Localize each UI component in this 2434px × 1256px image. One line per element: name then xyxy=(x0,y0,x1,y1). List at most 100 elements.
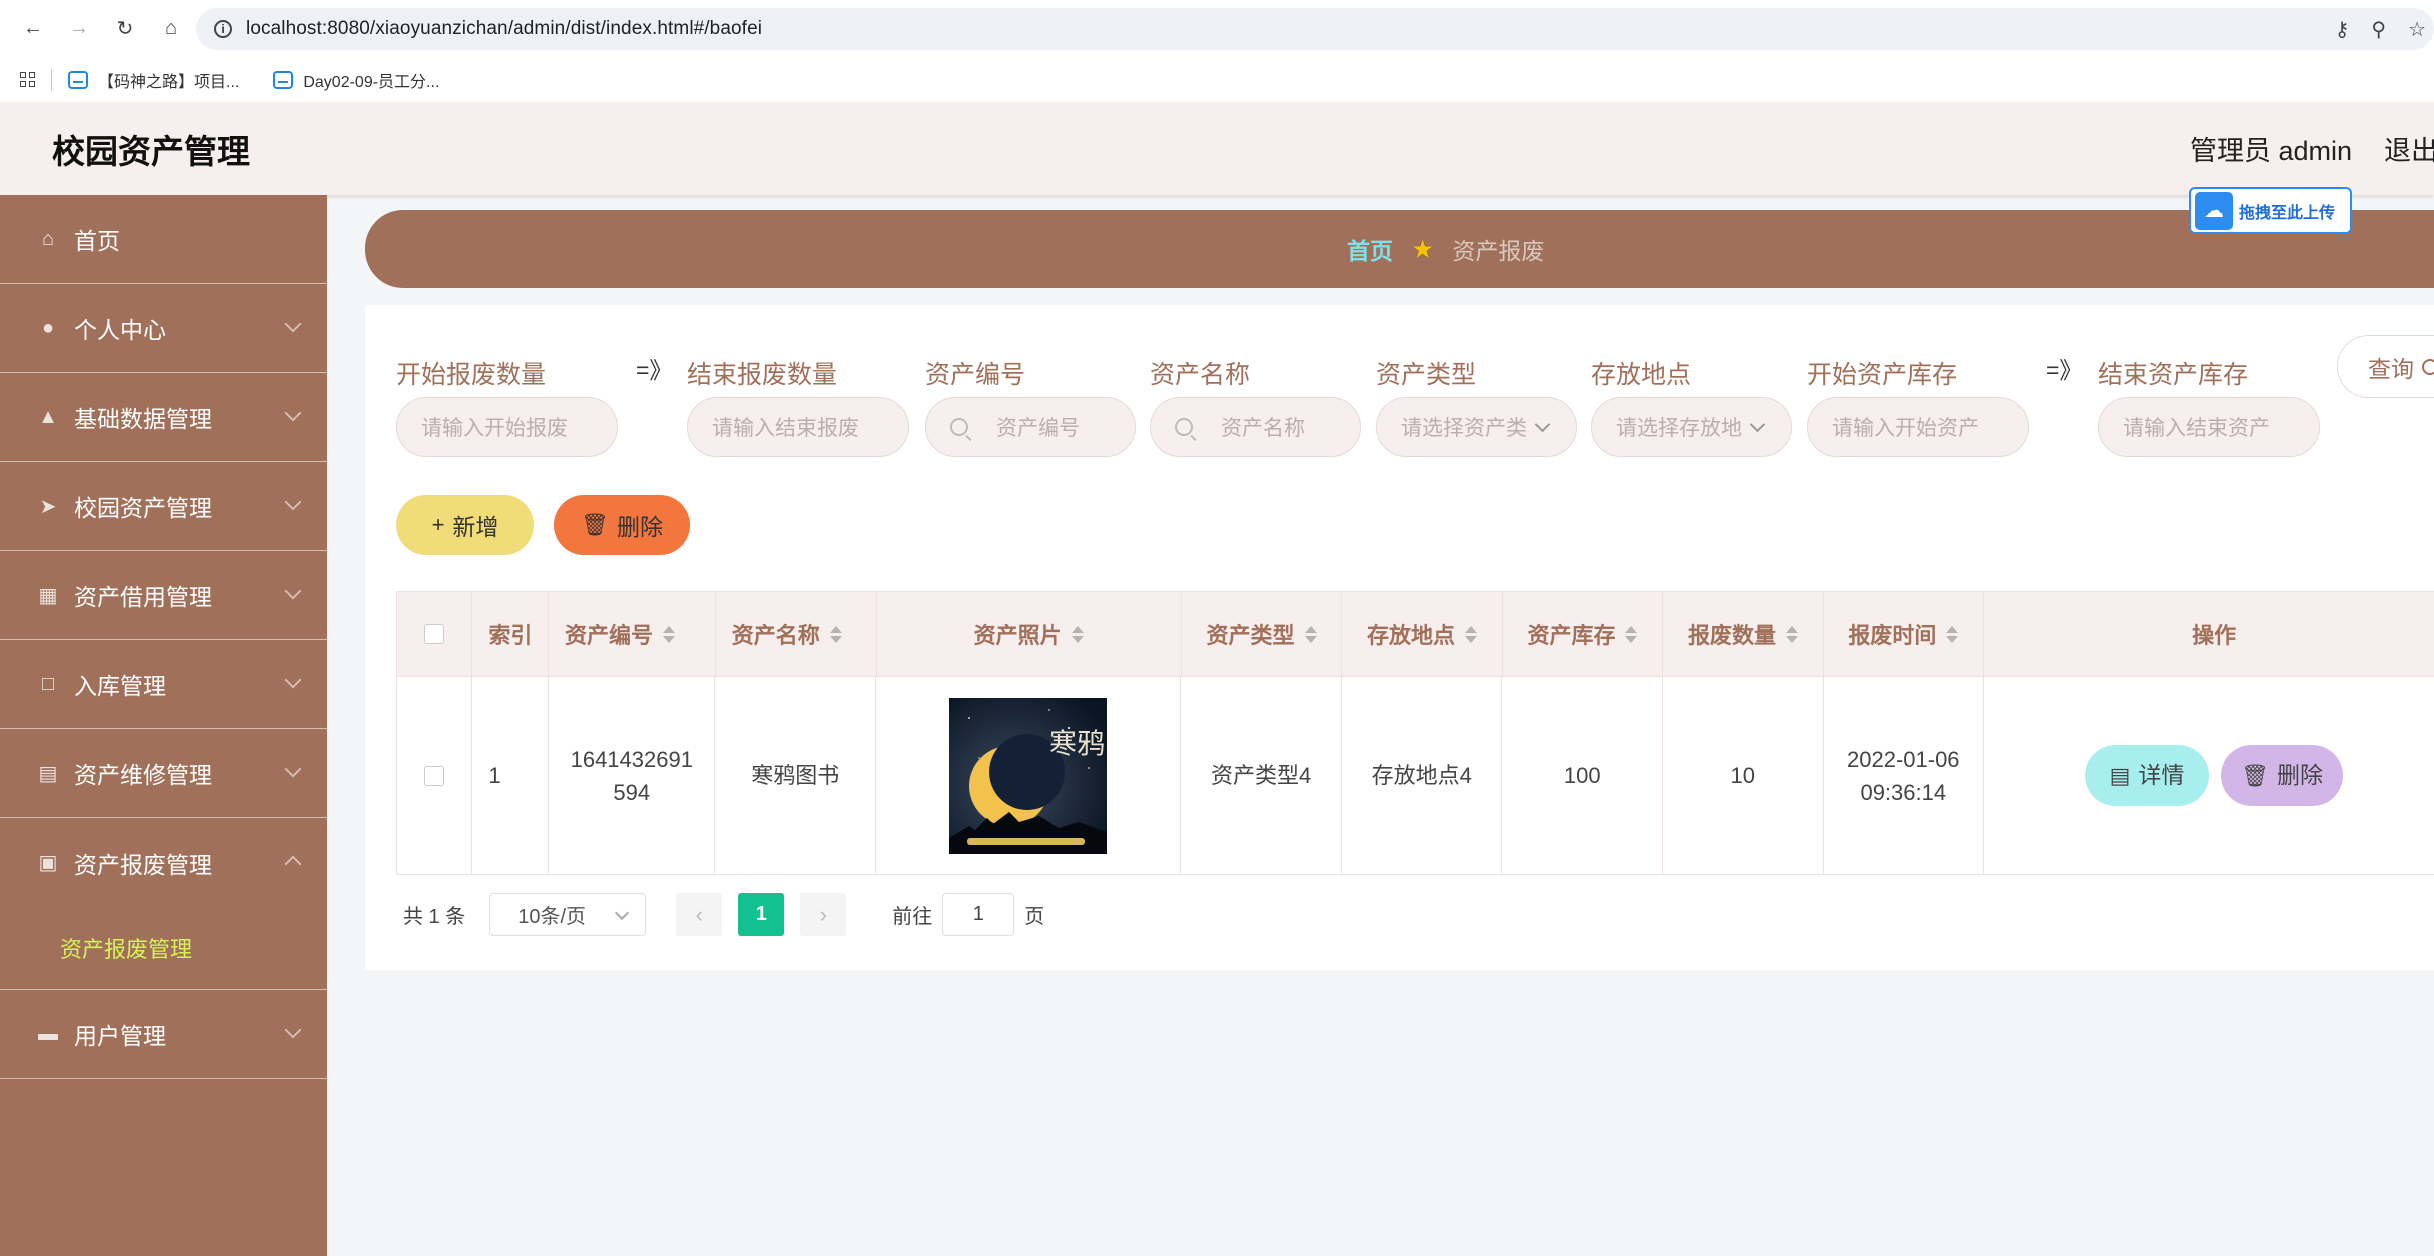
apps-icon[interactable] xyxy=(20,72,35,87)
page-size-select[interactable]: 10条/页 xyxy=(489,893,647,936)
table-header: 索引 资产编号 资产名称 资产照片 资产类型 存放地点 资产库存 报废数量 报废… xyxy=(396,591,2434,677)
input-placeholder: 请选择资产类 xyxy=(1401,417,1527,440)
asset-code-input[interactable]: 资产编号 xyxy=(925,397,1136,457)
sidebar-item-profile[interactable]: ● 个人中心 xyxy=(0,284,327,373)
address-bar[interactable]: i localhost:8080/xiaoyuanzichan/admin/di… xyxy=(196,8,2434,50)
asset-name-input[interactable]: 资产名称 xyxy=(1150,397,1361,457)
chevron-down-icon xyxy=(284,582,302,600)
col-location[interactable]: 存放地点 xyxy=(1342,592,1503,676)
input-placeholder: 请输入结束资产 xyxy=(2123,417,2270,440)
home-icon[interactable]: ⌂ xyxy=(154,12,188,46)
chevron-down-icon xyxy=(284,1021,302,1039)
bookmark-item[interactable]: Day02-09-员工分... xyxy=(273,68,439,92)
end-scrap-qty-input[interactable]: 请输入结束报废 xyxy=(687,397,909,457)
col-asset-photo[interactable]: 资产照片 xyxy=(877,592,1182,676)
sidebar-item-campus-assets[interactable]: ➤ 校园资产管理 xyxy=(0,462,327,551)
trash-icon: 🗑 xyxy=(2241,763,2269,788)
input-placeholder: 请输入开始资产 xyxy=(1832,417,1979,440)
app-title: 校园资产管理 xyxy=(52,132,250,170)
cloud-upload-icon: ☁ xyxy=(2195,191,2233,230)
back-icon[interactable]: ← xyxy=(16,12,50,46)
sort-icon[interactable] xyxy=(829,625,842,643)
sidebar-item-label: 个人中心 xyxy=(74,317,166,343)
col-stock[interactable]: 资产库存 xyxy=(1503,592,1664,676)
breadcrumb-current: 资产报废 xyxy=(1452,238,1545,264)
current-page-button[interactable]: 1 xyxy=(738,893,785,936)
goto-page-input[interactable]: 1 xyxy=(942,893,1015,936)
drag-upload-button[interactable]: ☁ 拖拽至此上传 xyxy=(2189,187,2352,234)
bookmark-item[interactable]: 【码神之路】项目... xyxy=(68,68,239,92)
key-icon[interactable]: ⚷ xyxy=(2335,17,2350,42)
bookmark-label: 【码神之路】项目... xyxy=(98,73,240,91)
sort-icon[interactable] xyxy=(663,625,676,643)
sidebar-item-scrap[interactable]: ▣ 资产报废管理 xyxy=(0,818,327,907)
start-scrap-qty-input[interactable]: 请输入开始报废 xyxy=(396,397,618,457)
add-button[interactable]: + 新增 xyxy=(396,495,534,555)
stamp-icon: ▲ xyxy=(38,405,58,428)
chart-icon: ▤ xyxy=(38,762,58,785)
sort-icon[interactable] xyxy=(1465,625,1478,643)
col-label: 资产编号 xyxy=(565,623,654,648)
sidebar-item-warehousing[interactable]: □ 入库管理 xyxy=(0,640,327,729)
drag-upload-label: 拖拽至此上传 xyxy=(2239,204,2336,222)
cell-location: 存放地点4 xyxy=(1342,677,1503,874)
cover-title-text: 寒鸦 xyxy=(1049,727,1105,760)
row-delete-button[interactable]: 🗑 删除 xyxy=(2221,745,2344,806)
query-button[interactable]: 查询 xyxy=(2337,335,2434,398)
col-scrap-qty[interactable]: 报废数量 xyxy=(1663,592,1824,676)
col-asset-code[interactable]: 资产编号 xyxy=(549,592,716,676)
star-icon[interactable]: ☆ xyxy=(2408,17,2426,42)
sort-icon[interactable] xyxy=(1946,625,1959,643)
asset-photo[interactable]: 寒鸦 xyxy=(949,697,1108,854)
info-icon[interactable]: i xyxy=(214,20,232,38)
start-stock-input[interactable]: 请输入开始资产 xyxy=(1807,397,2029,457)
sort-icon[interactable] xyxy=(1304,625,1317,643)
sort-icon[interactable] xyxy=(1625,625,1638,643)
sidebar-item-home[interactable]: ⌂ 首页 xyxy=(0,195,327,284)
bilibili-icon xyxy=(68,70,88,89)
batch-delete-button[interactable]: 🗑 删除 xyxy=(554,495,690,555)
main-card: 开始报废数量 =》 结束报废数量 资产编号 资产名称 资产类型 存放地点 开始资… xyxy=(365,305,2434,970)
search-icon xyxy=(950,418,968,436)
detail-button[interactable]: ▤ 详情 xyxy=(2085,745,2210,806)
next-page-button[interactable]: › xyxy=(800,893,847,936)
col-index: 索引 xyxy=(472,592,550,676)
sort-icon[interactable] xyxy=(1785,625,1798,643)
select-all-checkbox[interactable] xyxy=(424,624,445,644)
search-label: 资产编号 xyxy=(925,361,1026,389)
row-checkbox[interactable] xyxy=(424,765,445,786)
breadcrumb-home[interactable]: 首页 xyxy=(1347,232,1393,266)
sidebar-subitem-scrap-management[interactable]: 资产报废管理 xyxy=(0,907,327,990)
sidebar-item-label: 用户管理 xyxy=(74,1023,166,1049)
table-row: 1 1641432691 594 寒鸦图书 寒鸦 资产类型4 存放地点4 100… xyxy=(396,677,2434,875)
sort-icon[interactable] xyxy=(1071,625,1084,643)
logout-link[interactable]: 退出 xyxy=(2384,129,2434,168)
col-asset-type[interactable]: 资产类型 xyxy=(1182,592,1343,676)
chevron-down-icon xyxy=(284,315,302,333)
reload-icon[interactable]: ↻ xyxy=(108,12,142,46)
sidebar-item-borrow[interactable]: ▦ 资产借用管理 xyxy=(0,551,327,640)
col-label: 资产类型 xyxy=(1206,623,1295,648)
zoom-icon[interactable]: ⚲ xyxy=(2371,17,2386,42)
prev-page-button[interactable]: ‹ xyxy=(676,893,723,936)
sidebar-item-label: 资产报废管理 xyxy=(74,851,212,878)
sidebar-item-label: 首页 xyxy=(74,228,120,254)
url-text[interactable]: localhost:8080/xiaoyuanzichan/admin/dist… xyxy=(246,18,762,40)
cell-index: 1 xyxy=(472,677,550,874)
sidebar-item-repair[interactable]: ▤ 资产维修管理 xyxy=(0,729,327,818)
col-asset-name[interactable]: 资产名称 xyxy=(716,592,877,676)
briefcase-icon: ▣ xyxy=(38,852,58,874)
sidebar-item-users[interactable]: ▬ 用户管理 xyxy=(0,990,327,1079)
asset-type-select[interactable]: 请选择资产类 xyxy=(1376,397,1577,457)
cell-asset-photo: 寒鸦 xyxy=(876,677,1182,874)
location-select[interactable]: 请选择存放地 xyxy=(1591,397,1792,457)
col-label: 报废时间 xyxy=(1848,623,1937,648)
col-scrap-time[interactable]: 报废时间 xyxy=(1824,592,1985,676)
chevron-down-icon xyxy=(284,671,302,689)
sidebar-item-basic-data[interactable]: ▲ 基础数据管理 xyxy=(0,373,327,462)
add-label: 新增 xyxy=(452,514,499,540)
chevron-down-icon xyxy=(1534,416,1551,432)
sidebar: ⌂ 首页 ● 个人中心 ▲ 基础数据管理 ➤ 校园资产管理 ▦ 资产借用管理 □… xyxy=(0,195,327,1256)
end-stock-input[interactable]: 请输入结束资产 xyxy=(2098,397,2320,457)
forward-icon[interactable]: → xyxy=(62,12,96,46)
